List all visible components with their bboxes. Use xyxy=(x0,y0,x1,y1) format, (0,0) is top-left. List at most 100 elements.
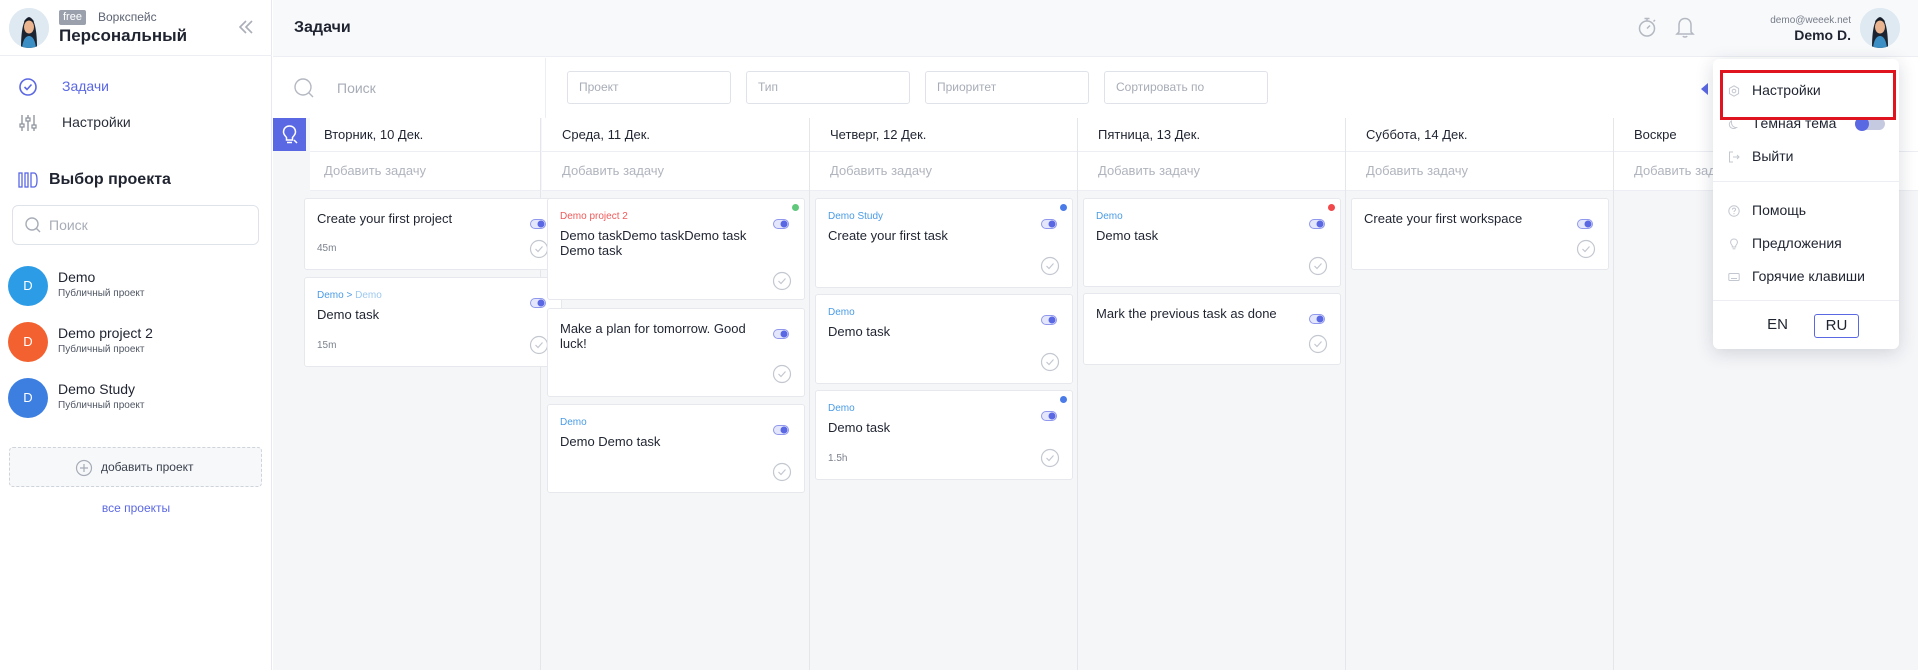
menu-divider xyxy=(1713,300,1899,301)
toggle-icon[interactable] xyxy=(1577,216,1593,229)
task-search-field[interactable] xyxy=(273,58,546,118)
task-project: Demo project 2 xyxy=(560,211,628,222)
task-card[interactable]: Demo Demo Demo task xyxy=(547,404,805,493)
priority-dot xyxy=(1060,396,1067,403)
project-subtitle: Публичный проект xyxy=(58,344,145,355)
toggle-icon[interactable] xyxy=(773,326,789,339)
menu-item-logout[interactable]: Выйти xyxy=(1713,143,1899,169)
tips-button[interactable] xyxy=(273,118,306,151)
divider xyxy=(1078,151,1345,152)
project-subtitle: Публичный проект xyxy=(58,288,145,299)
stopwatch-icon[interactable] xyxy=(1636,16,1658,38)
project-item-demo-study[interactable]: D Demo Study Публичный проект xyxy=(0,374,272,422)
complete-task-icon[interactable] xyxy=(1576,239,1596,259)
sidebar-item-tasks[interactable]: Задачи xyxy=(0,69,272,103)
complete-task-icon[interactable] xyxy=(1308,334,1328,354)
user-email: demo@weeek.net xyxy=(1770,15,1851,26)
priority-filter-select[interactable]: Приоритет xyxy=(925,71,1089,104)
project-item-demo[interactable]: D Demo Публичный проект xyxy=(0,262,272,310)
task-card[interactable]: Create your first workspace xyxy=(1351,198,1609,270)
all-projects-link[interactable]: все проекты xyxy=(0,501,272,516)
task-project: Demo xyxy=(828,307,855,318)
task-card[interactable]: Make a plan for tomorrow. Good luck! xyxy=(547,308,805,397)
toggle-icon[interactable] xyxy=(1041,216,1057,229)
project-item-demo-project-2[interactable]: D Demo project 2 Публичный проект xyxy=(0,318,272,366)
project-search-field[interactable] xyxy=(12,205,259,245)
top-bar: Задачи demo@weeek.net Demo D. xyxy=(273,0,1918,57)
complete-task-icon[interactable] xyxy=(1040,352,1060,372)
task-title: Mark the previous task as done xyxy=(1096,306,1277,321)
sidebar-item-settings[interactable]: Настройки xyxy=(0,105,272,139)
dark-theme-toggle[interactable] xyxy=(1855,117,1885,131)
complete-task-icon[interactable] xyxy=(772,462,792,482)
toggle-icon[interactable] xyxy=(1309,311,1325,324)
task-card[interactable]: Create your first project 45m xyxy=(304,198,562,270)
task-card[interactable]: Demo Demo task xyxy=(1083,198,1341,287)
menu-item-settings[interactable]: Настройки xyxy=(1713,77,1899,103)
bell-icon[interactable] xyxy=(1674,15,1696,39)
task-title: Create your first task xyxy=(828,228,948,243)
workspace-name: Персональный xyxy=(59,26,188,45)
menu-item-help[interactable]: Помощь xyxy=(1713,197,1899,223)
language-en-button[interactable]: EN xyxy=(1755,314,1800,338)
complete-task-icon[interactable] xyxy=(1040,448,1060,468)
task-card[interactable]: Demo > Demo Demo task 15m xyxy=(304,277,562,367)
workspace-header[interactable]: free Воркспейс Персональный xyxy=(0,0,272,56)
project-name: Demo project 2 xyxy=(58,325,153,341)
complete-task-icon[interactable] xyxy=(772,364,792,384)
page-title: Задачи xyxy=(294,19,351,36)
project-name: Demo xyxy=(317,290,344,301)
menu-item-dark-theme[interactable]: Тёмная тема xyxy=(1713,110,1899,136)
task-card[interactable]: Demo project 2 Demo taskDemo taskDemo ta… xyxy=(547,198,805,300)
project-avatar: D xyxy=(8,322,48,362)
menu-item-suggestions[interactable]: Предложения xyxy=(1713,230,1899,256)
hexagon-icon xyxy=(1728,84,1740,97)
divider xyxy=(810,151,1077,152)
type-filter-select[interactable]: Тип xyxy=(746,71,910,104)
task-card[interactable]: Demo Demo task xyxy=(815,294,1073,384)
add-task-link[interactable]: Добавить задачу xyxy=(830,163,932,179)
day-column: Суббота, 14 Дек. Добавить задачу Create … xyxy=(1346,118,1614,670)
task-title: Demo task xyxy=(317,307,380,322)
help-icon xyxy=(1728,204,1740,217)
complete-task-icon[interactable] xyxy=(1040,256,1060,276)
toggle-icon[interactable] xyxy=(773,216,789,229)
task-search-input[interactable] xyxy=(337,77,527,99)
project-avatar: D xyxy=(8,378,48,418)
sidebar-item-label: Задачи xyxy=(62,78,110,94)
menu-item-label: Горячие клавиши xyxy=(1752,268,1865,284)
task-project: Demo > Demo xyxy=(317,290,382,301)
project-search-input[interactable] xyxy=(49,214,249,236)
task-card[interactable]: Demo Study Create your first task xyxy=(815,198,1073,288)
project-filter-select[interactable]: Проект xyxy=(567,71,731,104)
user-name[interactable]: Demo D. xyxy=(1703,27,1851,44)
toggle-icon[interactable] xyxy=(773,422,789,435)
task-title: Create your first workspace xyxy=(1364,211,1523,226)
profile-menu: Настройки Тёмная тема Выйти Помощь Предл… xyxy=(1713,59,1899,349)
add-task-link[interactable]: Добавить задачу xyxy=(562,163,664,179)
complete-task-icon[interactable] xyxy=(772,271,792,291)
sort-select[interactable]: Сортировать по xyxy=(1104,71,1268,104)
user-avatar[interactable] xyxy=(1860,8,1900,48)
add-task-link[interactable]: Добавить задачу xyxy=(1098,163,1200,179)
complete-task-icon[interactable] xyxy=(1308,256,1328,276)
add-task-link[interactable]: Добавить задачу xyxy=(324,163,426,179)
task-board: Вторник, 10 Дек. Добавить задачу Create … xyxy=(273,118,1918,670)
language-ru-button[interactable]: RU xyxy=(1814,314,1859,338)
moon-icon xyxy=(1728,117,1740,129)
add-task-link[interactable]: Добавить задачу xyxy=(1366,163,1468,179)
task-card[interactable]: Mark the previous task as done xyxy=(1083,293,1341,365)
project-name: Demo Study xyxy=(58,381,136,397)
menu-item-hotkeys[interactable]: Горячие клавиши xyxy=(1713,263,1899,289)
task-duration: 15m xyxy=(317,340,337,351)
arrow-left-icon[interactable] xyxy=(1701,83,1708,95)
task-project: Demo xyxy=(828,403,855,414)
add-project-button[interactable]: добавить проект xyxy=(9,447,262,487)
sidebar-item-label: Настройки xyxy=(62,114,131,130)
toggle-icon[interactable] xyxy=(1041,408,1057,421)
toggle-icon[interactable] xyxy=(1041,312,1057,325)
collapse-sidebar-icon[interactable] xyxy=(236,16,256,38)
toggle-icon[interactable] xyxy=(1309,216,1325,229)
column-header: Четверг, 12 Дек. Добавить задачу xyxy=(810,118,1077,191)
task-card[interactable]: Demo Demo task 1.5h xyxy=(815,390,1073,480)
